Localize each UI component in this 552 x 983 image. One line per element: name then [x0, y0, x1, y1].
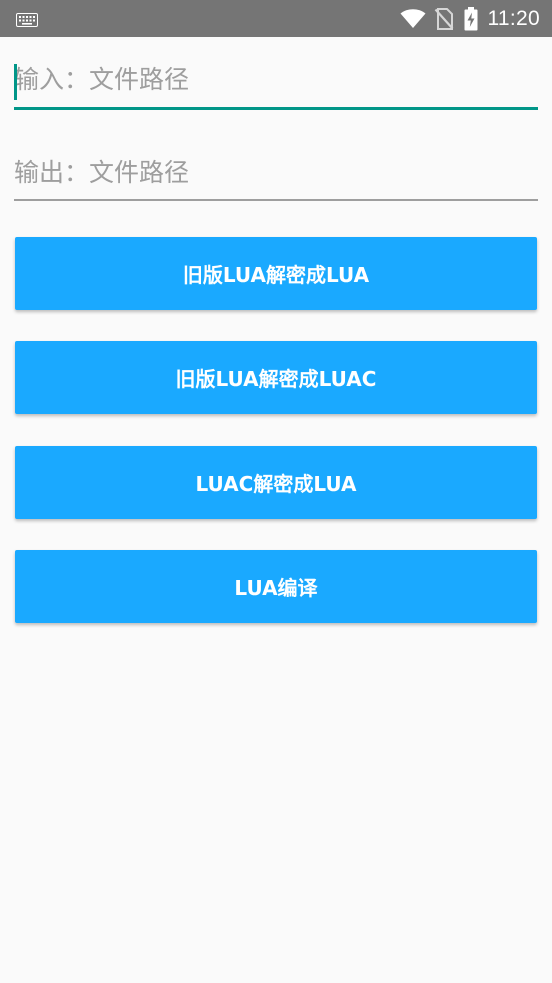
output-path-input[interactable]	[14, 149, 538, 195]
input-path-field[interactable]	[14, 56, 538, 112]
battery-charging-icon	[464, 6, 478, 31]
compile-lua-button[interactable]: LUA编译	[15, 550, 537, 623]
output-path-field[interactable]	[14, 149, 538, 205]
decrypt-old-lua-to-luac-button[interactable]: 旧版LUA解密成LUAC	[15, 341, 537, 414]
status-bar: 11:20	[0, 0, 552, 37]
status-clock: 11:20	[487, 6, 540, 30]
text-cursor	[14, 64, 17, 100]
decrypt-old-lua-to-lua-button[interactable]: 旧版LUA解密成LUA	[15, 237, 537, 310]
output-path-underline	[14, 199, 538, 201]
no-sim-icon	[434, 7, 454, 30]
status-icons: 11:20	[400, 0, 541, 37]
decrypt-luac-to-lua-button[interactable]: LUAC解密成LUA	[15, 446, 537, 519]
wifi-icon	[400, 8, 426, 29]
keyboard-icon	[16, 12, 38, 31]
input-path-underline	[14, 107, 538, 110]
input-path-input[interactable]	[14, 56, 538, 102]
